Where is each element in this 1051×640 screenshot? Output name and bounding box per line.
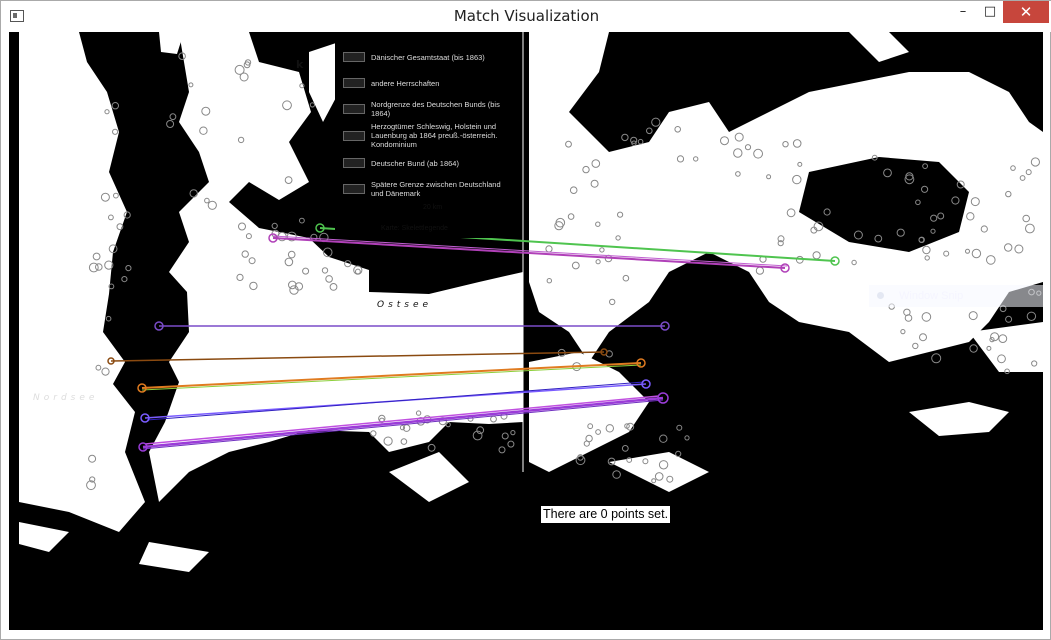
legend-item: andere Herrschaften (343, 78, 511, 89)
keypoint (189, 189, 198, 198)
maximize-button[interactable]: □ (977, 1, 1003, 23)
keypoint (676, 424, 683, 431)
legend-item: Spätere Grenze zwischen Deutschland und … (343, 180, 511, 198)
match-canvas[interactable]: Dänischer Gesamtstaat (bis 1863) andere … (9, 32, 1043, 630)
keypoint (271, 222, 278, 229)
title-bar[interactable]: Match Visualization – □ ✕ (1, 1, 1051, 32)
keypoint (121, 276, 128, 283)
keypoint (507, 440, 515, 448)
keypoint (621, 445, 629, 452)
legend-item: Herzogtümer Schleswig, Holstein und Laue… (343, 122, 511, 149)
map-label-k: k (296, 58, 304, 71)
scale-bar-label: 20 km (423, 204, 443, 211)
snip-label: Window Snip (899, 290, 964, 302)
window-snip-overlay: Window Snip (869, 285, 1043, 307)
legend-item: Nordgrenze des Deutschen Bunds (bis 1864… (343, 100, 511, 118)
window-title: Match Visualization (453, 7, 600, 25)
map-label-ostsee: Ostsee (377, 300, 433, 310)
keypoint (166, 120, 175, 128)
keypoint (510, 430, 516, 436)
keypoint (612, 470, 621, 479)
status-text: There are 0 points set. (541, 506, 671, 523)
keypoint (969, 344, 978, 353)
keypoint (427, 443, 436, 452)
snip-icon (877, 292, 884, 299)
keypoint (445, 422, 451, 428)
keypoint (646, 127, 653, 135)
keypoint (1005, 315, 1013, 323)
keypoint (659, 434, 668, 443)
keypoint (501, 432, 509, 440)
minimize-button[interactable]: – (949, 1, 977, 23)
legend-item: Dänischer Gesamtstaat (bis 1863) (343, 52, 511, 63)
keypoint (309, 102, 315, 108)
keypoint (684, 435, 690, 441)
right-image-land (529, 32, 1043, 492)
keypoint (322, 247, 333, 258)
keypoint (621, 133, 629, 142)
keypoint (125, 265, 132, 272)
keypoint (651, 117, 661, 127)
map-image-pair (19, 32, 1043, 572)
match-visualization-window: Match Visualization – □ ✕ Dänischer Gesa… (0, 0, 1051, 640)
map-label-nordsee: Nordsee (33, 393, 99, 403)
keypoint (1026, 311, 1037, 321)
legend-item: Deutscher Bund (ab 1864) (343, 158, 511, 169)
keypoint (675, 450, 682, 457)
close-button[interactable]: ✕ (1003, 1, 1049, 23)
keypoint (931, 353, 942, 364)
keypoint (637, 138, 644, 145)
keypoint (169, 113, 177, 121)
keypoint (299, 217, 305, 224)
scale-caption: Karte: Skelettlegende (381, 225, 448, 232)
keypoint (111, 102, 120, 110)
keypoint (498, 446, 506, 454)
keypoint (105, 315, 112, 322)
